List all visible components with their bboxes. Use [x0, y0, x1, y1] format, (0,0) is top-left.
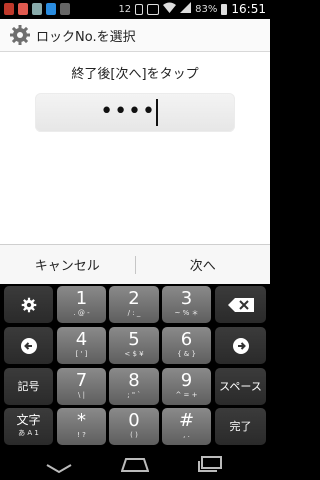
key-sub-label: , . — [183, 431, 190, 439]
next-button[interactable]: 次へ — [136, 245, 271, 284]
text-cursor — [156, 99, 158, 126]
key-asterisk[interactable]: *! ? — [57, 408, 106, 445]
key-main-label: 7 — [75, 370, 88, 391]
key-sub-label: / : _ — [127, 309, 141, 317]
key-main-label: # — [178, 410, 195, 431]
wifi-icon — [163, 2, 177, 16]
key-7[interactable]: 7 \ | — [57, 368, 106, 405]
key-4[interactable]: 4[ ' ] — [57, 327, 106, 364]
key-8[interactable]: 8; " ` — [109, 368, 159, 405]
key-sub-label: \ | — [78, 391, 85, 399]
password-value: •••• — [100, 99, 156, 124]
backspace-icon — [215, 286, 266, 323]
space-key[interactable]: スペース — [215, 368, 266, 405]
key-main-label: 1 — [75, 288, 88, 309]
key-5[interactable]: 5 < $ ¥ — [109, 327, 159, 364]
key-sub-label: ! ? — [77, 431, 86, 439]
battery-percent: 83% — [195, 3, 218, 15]
notification-icons — [4, 3, 70, 15]
home-icon[interactable] — [120, 457, 150, 476]
key-sub-label: [ ' ] — [75, 350, 88, 358]
app-icon — [18, 3, 28, 15]
symbol-key[interactable]: 記号 — [4, 368, 53, 405]
key-hash[interactable]: #, . — [162, 408, 211, 445]
key-sub-label: ~ % ＊ — [174, 309, 199, 317]
left-arrow-key[interactable] — [4, 327, 53, 364]
clock-icon — [60, 3, 70, 15]
gear-icon — [9, 24, 31, 46]
button-bar: キャンセル 次へ — [0, 244, 270, 284]
phone-icon — [4, 3, 14, 15]
status-icons: 12 83% 16:51 — [118, 2, 266, 16]
vibrate-icon — [135, 3, 144, 15]
key-sub-label: ( ) — [130, 431, 138, 439]
key-label: 文字 — [16, 413, 41, 427]
alarm-icon — [147, 3, 160, 15]
cancel-button[interactable]: キャンセル — [0, 245, 135, 284]
image-icon — [32, 3, 42, 15]
notification-count: 12 — [118, 3, 132, 15]
done-key[interactable]: 完了 — [215, 408, 266, 445]
key-label: 記号 — [17, 380, 40, 393]
key-6[interactable]: 6{ & } — [162, 327, 211, 364]
main-content: 終了後[次へ]をタップ •••• — [0, 52, 270, 244]
clock-time: 16:51 — [231, 2, 266, 16]
calendar-icon — [46, 3, 56, 15]
key-main-label: 2 — [128, 288, 140, 309]
right-arrow-icon — [215, 327, 266, 364]
keyboard-settings-key[interactable] — [4, 286, 53, 323]
signal-icon — [180, 2, 192, 16]
key-main-label: 8 — [128, 370, 140, 391]
key-1[interactable]: 1. @ - — [57, 286, 106, 323]
gear-icon — [4, 286, 53, 323]
key-main-label: 6 — [180, 329, 193, 350]
key-2[interactable]: 2/ : _ — [109, 286, 159, 323]
numeric-keyboard: 1. @ -2/ : _ 3 ~ % ＊ 4[ ' ] 5 < $ ¥6{ & } 記号 7 \… — [0, 284, 270, 448]
status-bar: 12 83% 16:51 — [0, 0, 270, 19]
key-3[interactable]: 3 ~ % ＊ — [162, 286, 211, 323]
key-main-label: 5 — [128, 329, 140, 350]
key-main-label: 0 — [128, 410, 140, 431]
key-label: 完了 — [229, 420, 252, 433]
backspace-key[interactable] — [215, 286, 266, 323]
page-title: ロックNo.を選択 — [36, 29, 136, 45]
key-label: スペース — [219, 380, 262, 393]
battery-icon — [221, 3, 228, 15]
key-sub-label: . @ - — [73, 309, 90, 317]
key-main-label: 3 — [180, 288, 193, 309]
key-main-label: 4 — [75, 329, 88, 350]
right-arrow-key[interactable] — [215, 327, 266, 364]
input-mode-key[interactable]: 文字あ A 1 — [4, 408, 53, 445]
key-0[interactable]: 0( ) — [109, 408, 159, 445]
instruction-text: 終了後[次へ]をタップ — [71, 67, 199, 82]
navigation-bar — [0, 448, 270, 480]
key-sub-label: ^ = + — [175, 391, 198, 399]
key-main-label: * — [77, 410, 86, 431]
key-sub-label: ; " ` — [127, 391, 141, 399]
key-sub-label: < $ ¥ — [124, 350, 144, 358]
left-arrow-icon — [4, 327, 53, 364]
title-bar: ロックNo.を選択 — [0, 19, 270, 52]
key-main-label: 9 — [180, 370, 193, 391]
key-sub-label: あ A 1 — [18, 429, 39, 437]
password-field[interactable]: •••• — [35, 93, 235, 132]
recents-icon[interactable] — [198, 456, 222, 476]
key-9[interactable]: 9 ^ = + — [162, 368, 211, 405]
back-icon[interactable] — [46, 459, 72, 478]
key-sub-label: { & } — [177, 350, 196, 358]
